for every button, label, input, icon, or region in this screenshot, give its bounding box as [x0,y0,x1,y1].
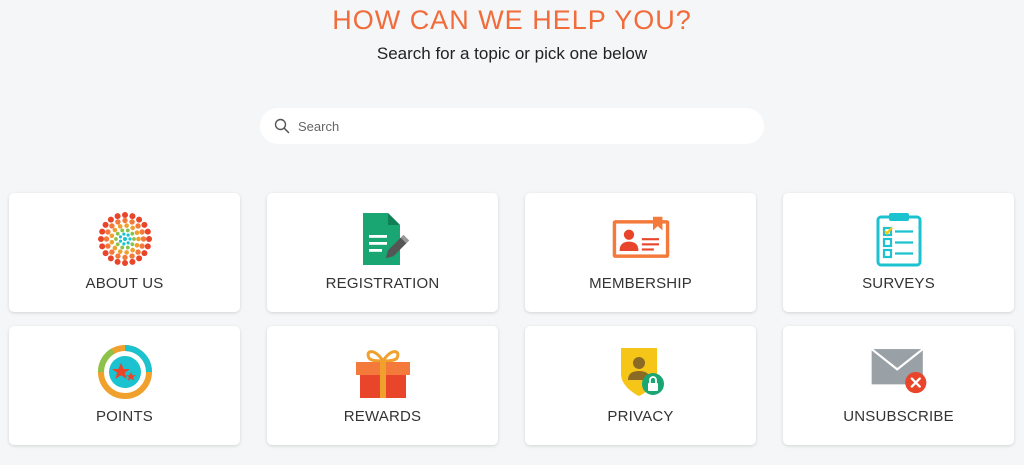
topic-card-about-us[interactable]: ABOUT US [9,193,240,312]
topic-card-points[interactable]: POINTS [9,326,240,445]
id-card-icon [611,211,671,267]
topic-label: REWARDS [343,408,422,425]
topic-card-membership[interactable]: MEMBERSHIP [525,193,756,312]
topic-card-rewards[interactable]: REWARDS [267,326,498,445]
clipboard-checklist-icon [869,211,929,267]
topic-label: SURVEYS [862,275,935,292]
topic-card-surveys[interactable]: SURVEYS [783,193,1014,312]
document-edit-icon [353,211,413,267]
topic-card-privacy[interactable]: PRIVACY [525,326,756,445]
gift-icon [353,344,413,400]
topic-label: REGISTRATION [325,275,440,292]
shield-lock-icon [611,344,671,400]
page-subtitle: Search for a topic or pick one below [376,44,648,63]
topic-label: MEMBERSHIP [589,275,692,292]
topic-label: POINTS [95,408,154,425]
search-icon [274,118,290,134]
envelope-x-icon [869,344,929,400]
search-bar[interactable] [260,108,764,144]
sunburst-icon [95,211,155,267]
topic-grid: ABOUT US REGISTRATION MEMBERSHIP SURVEYS… [9,193,1014,445]
topic-card-registration[interactable]: REGISTRATION [267,193,498,312]
page-title: HOW CAN WE HELP YOU? [332,5,692,35]
star-badge-icon [95,344,155,400]
topic-card-unsubscribe[interactable]: UNSUBSCRIBE [783,326,1014,445]
topic-label: PRIVACY [607,408,674,425]
topic-label: UNSUBSCRIBE [843,408,954,425]
topic-label: ABOUT US [85,275,164,292]
search-input[interactable] [298,111,738,141]
